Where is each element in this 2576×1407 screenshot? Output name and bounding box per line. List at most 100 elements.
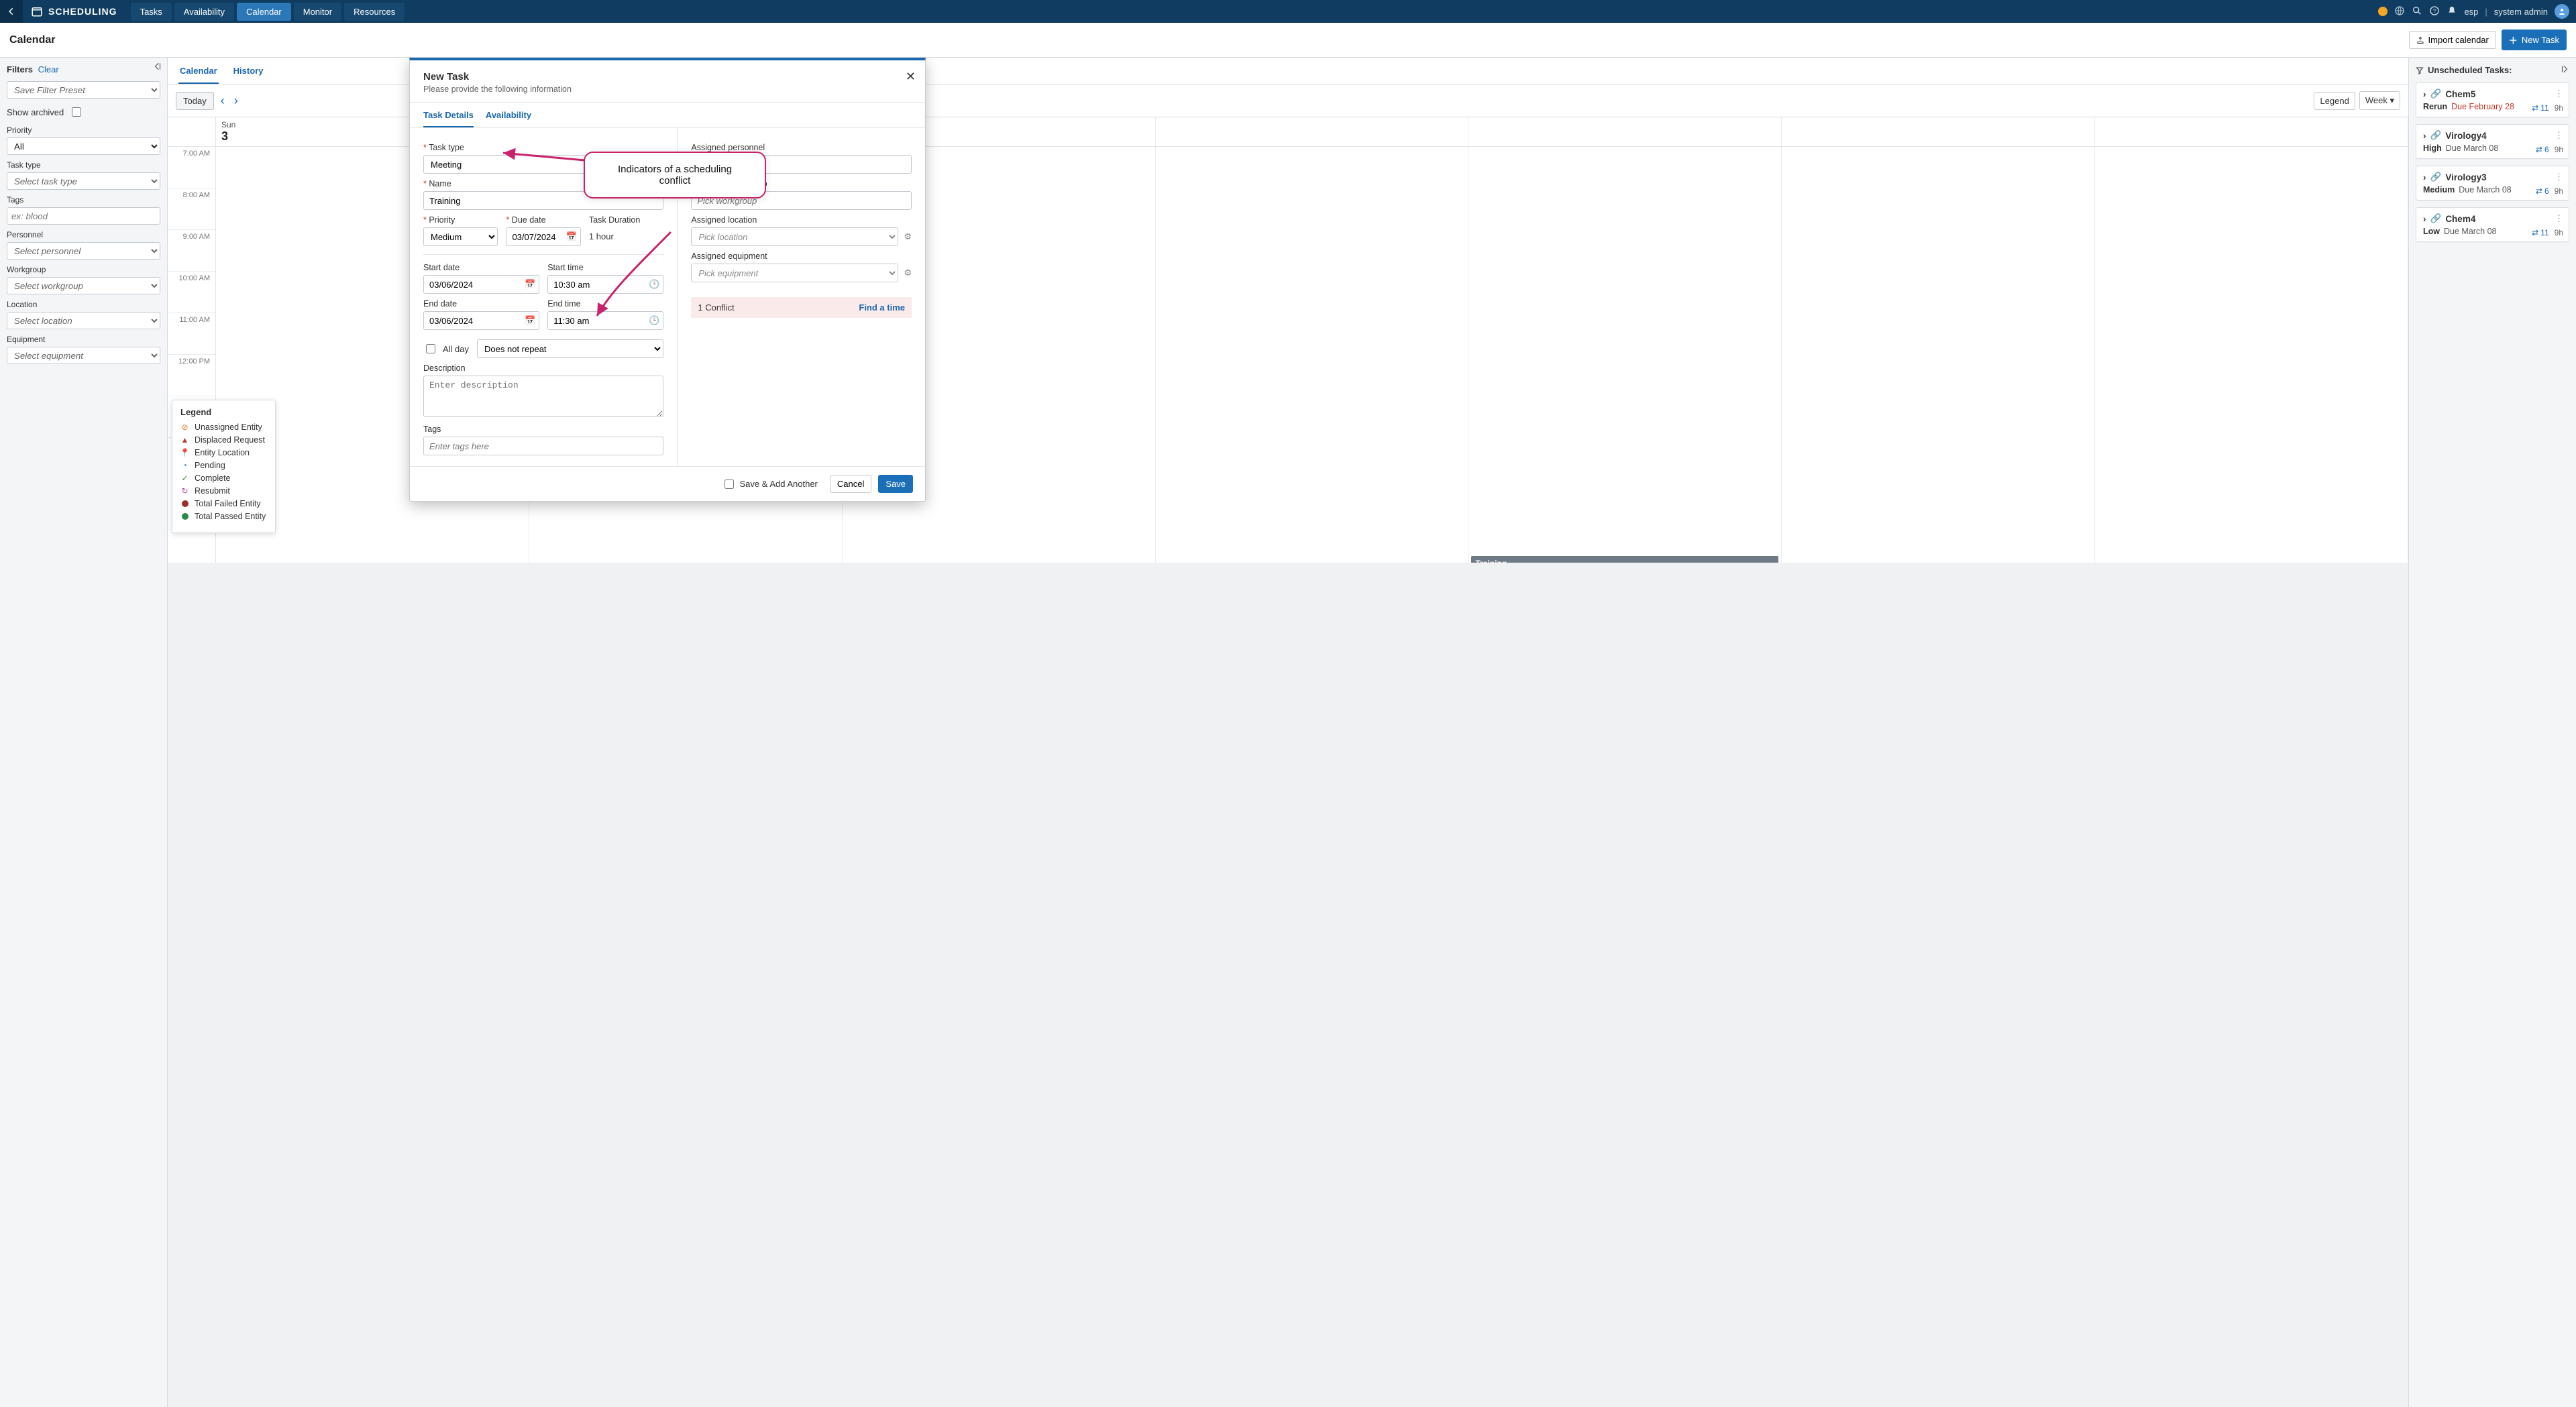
due-date-label: Due date [506,215,580,225]
card-menu-icon[interactable]: ⋮ [2555,172,2563,182]
tags-input[interactable] [7,207,160,225]
equipment-gear-icon[interactable]: ⚙ [904,268,912,278]
duration-label: Task Duration [589,215,663,225]
end-time-input[interactable] [547,311,663,330]
nav-tasks[interactable]: Tasks [131,3,172,21]
passed-dot-icon [180,512,189,521]
legend-button[interactable]: Legend [2314,92,2355,110]
link-icon: 🔗 [2430,89,2442,99]
filters-clear[interactable]: Clear [38,64,59,74]
priority-select[interactable]: Medium [423,227,498,246]
modal-tags-label: Tags [423,425,663,434]
calendar-icon[interactable]: 📅 [525,279,535,290]
save-filter-preset[interactable]: Save Filter Preset [7,81,160,99]
time-row: 9:00 AM [168,230,215,272]
save-add-another-checkbox[interactable] [724,480,734,489]
show-archived-checkbox[interactable] [72,107,81,117]
clock-icon[interactable]: 🕒 [649,279,659,290]
card-menu-icon[interactable]: ⋮ [2555,89,2563,99]
today-button[interactable]: Today [176,92,214,110]
modal-tags-input[interactable] [423,437,663,455]
unscheduled-task-card[interactable]: ›🔗Virology3 MediumDue March 08 ⋮ ⇄69h [2416,166,2569,201]
pending-icon: ◔ [180,461,189,470]
repeat-select[interactable]: Does not repeat [477,339,663,358]
assigned-location-select[interactable]: Pick location [691,227,898,246]
user-icon [2558,7,2566,15]
import-calendar-button[interactable]: Import calendar [2409,31,2496,49]
bell-icon[interactable] [2447,5,2457,18]
calendar-event[interactable]: Training 04:00 pm - 05:30 pm [1471,556,1778,563]
time-row: 12:00 PM [168,355,215,396]
priority-label: Priority [7,125,160,135]
new-task-modal: New Task Please provide the following in… [409,58,926,502]
modal-close-icon[interactable]: ✕ [906,70,916,84]
time-row: 10:00 AM [168,272,215,313]
clock-icon[interactable]: 🕒 [649,315,659,326]
assigned-equipment-select[interactable]: Pick equipment [691,264,898,282]
calendar-icon[interactable]: 📅 [566,231,577,242]
find-a-time-link[interactable]: Find a time [859,302,905,313]
location-gear-icon[interactable]: ⚙ [904,231,912,242]
equipment-label: Equipment [7,335,160,344]
equipment-select[interactable]: Select equipment [7,347,160,364]
filter-icon[interactable] [2416,66,2424,74]
chevron-right-icon: › [2423,172,2426,182]
description-input[interactable] [423,376,663,417]
search-icon[interactable] [2412,5,2422,18]
card-menu-icon[interactable]: ⋮ [2555,130,2563,141]
start-date-input[interactable] [423,275,539,294]
new-task-button[interactable]: ＋ New Task [2502,30,2567,50]
priority-select[interactable]: All [7,137,160,155]
personnel-select[interactable]: Select personnel [7,242,160,260]
location-select[interactable]: Select location [7,312,160,329]
location-label: Location [7,300,160,309]
nav-calendar[interactable]: Calendar [237,3,291,21]
back-button[interactable] [0,0,23,23]
subtask-count: ⇄11 [2532,228,2549,237]
unscheduled-panel: Unscheduled Tasks: ›🔗Chem5 RerunDue Febr… [2408,58,2576,1407]
modal-header: New Task Please provide the following in… [410,60,925,103]
start-date-label: Start date [423,263,539,272]
workgroup-select[interactable]: Select workgroup [7,277,160,294]
language-label[interactable]: esp [2464,7,2478,17]
subtab-calendar[interactable]: Calendar [178,58,219,84]
cancel-button[interactable]: Cancel [830,475,871,493]
location-icon: 📍 [180,449,189,457]
tab-availability[interactable]: Availability [486,103,531,127]
nav-monitor[interactable]: Monitor [294,3,341,21]
expand-panel-icon[interactable] [2560,64,2569,76]
task-type-label: Task type [423,143,663,152]
unscheduled-task-card[interactable]: ›🔗Chem4 LowDue March 08 ⋮ ⇄119h [2416,207,2569,242]
back-icon [7,7,16,16]
chevron-right-icon: › [2423,131,2426,141]
collapse-sidebar-icon[interactable] [153,62,162,73]
tab-task-details[interactable]: Task Details [423,103,474,127]
end-date-input[interactable] [423,311,539,330]
user-avatar[interactable] [2555,4,2569,19]
app-brand: SCHEDULING [23,5,125,17]
task-type-label: Task type [7,160,160,170]
page-title: Calendar [9,34,2409,46]
prev-week-icon[interactable]: ‹ [218,94,227,108]
all-day-label: All day [443,344,469,354]
task-type-select[interactable]: Select task type [7,172,160,190]
nav-resources[interactable]: Resources [344,3,405,21]
globe-icon[interactable] [2394,5,2405,18]
help-icon[interactable]: ? [2429,5,2440,18]
calendar-icon[interactable]: 📅 [525,315,535,326]
subtab-history[interactable]: History [232,58,265,84]
nav-availability[interactable]: Availability [174,3,234,21]
modal-tabs: Task Details Availability [410,103,925,128]
unscheduled-task-card[interactable]: ›🔗Chem5 RerunDue February 28 ⋮ ⇄119h [2416,82,2569,117]
week-dropdown[interactable]: Week ▾ [2359,91,2400,110]
save-button[interactable]: Save [878,475,913,493]
all-day-checkbox[interactable] [426,344,435,353]
unscheduled-task-card[interactable]: ›🔗Virology4 HighDue March 08 ⋮ ⇄69h [2416,124,2569,159]
conflict-banner: 1 Conflict Find a time [691,297,912,318]
start-time-input[interactable] [547,275,663,294]
card-menu-icon[interactable]: ⋮ [2555,213,2563,224]
username-label[interactable]: system admin [2494,7,2548,17]
assigned-personnel-label: Assigned personnel [691,143,912,152]
status-dot-icon[interactable] [2378,7,2387,16]
next-week-icon[interactable]: › [231,94,241,108]
